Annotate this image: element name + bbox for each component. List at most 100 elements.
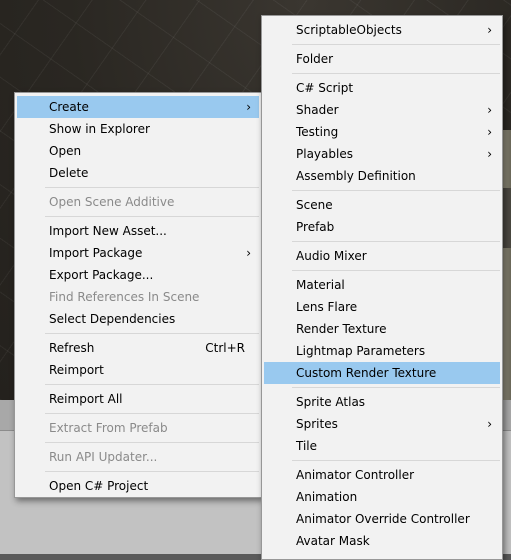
menu-item-create[interactable]: Create › (17, 96, 259, 118)
submenu-item-sprites[interactable]: Sprites › (264, 413, 500, 435)
menu-item-label: C# Script (296, 81, 354, 95)
menu-item-open-c-project[interactable]: Open C# Project (17, 475, 259, 497)
chevron-right-icon: › (487, 147, 492, 161)
menu-item-import-package[interactable]: Import Package › (17, 242, 259, 264)
menu-separator (45, 333, 259, 334)
menu-item-select-dependencies[interactable]: Select Dependencies (17, 308, 259, 330)
menu-item-delete[interactable]: Delete (17, 162, 259, 184)
menu-separator (292, 190, 500, 191)
menu-separator (292, 270, 500, 271)
submenu-item-sprite-atlas[interactable]: Sprite Atlas (264, 391, 500, 413)
menu-item-import-new-asset[interactable]: Import New Asset... (17, 220, 259, 242)
menu-item-label: Lightmap Parameters (296, 344, 426, 358)
menu-item-label: Run API Updater... (49, 450, 158, 464)
chevron-right-icon: › (487, 103, 492, 117)
submenu-item-scene[interactable]: Scene (264, 194, 500, 216)
menu-separator (45, 384, 259, 385)
submenu-item-lightmap-parameters[interactable]: Lightmap Parameters (264, 340, 500, 362)
menu-item-label: Render Texture (296, 322, 387, 336)
menu-item-label: Find References In Scene (49, 290, 200, 304)
menu-item-label: Prefab (296, 220, 335, 234)
submenu-item-c-script[interactable]: C# Script (264, 77, 500, 99)
menu-item-extract-from-prefab: Extract From Prefab (17, 417, 259, 439)
menu-item-reimport[interactable]: Reimport (17, 359, 259, 381)
menu-item-refresh[interactable]: Refresh Ctrl+R (17, 337, 259, 359)
menu-item-label: Create (49, 100, 89, 114)
menu-item-label: Animator Override Controller (296, 512, 470, 526)
menu-item-label: Testing (296, 125, 339, 139)
menu-item-label: Tile (296, 439, 318, 453)
chevron-right-icon: › (487, 417, 492, 431)
menu-item-label: Open Scene Additive (49, 195, 175, 209)
menu-separator (45, 471, 259, 472)
menu-item-label: Animation (296, 490, 358, 504)
menu-separator (292, 241, 500, 242)
menu-item-label: Folder (296, 52, 334, 66)
chevron-right-icon: › (246, 100, 251, 114)
menu-item-export-package[interactable]: Export Package... (17, 264, 259, 286)
submenu-item-audio-mixer[interactable]: Audio Mixer (264, 245, 500, 267)
menu-item-label: Sprites (296, 417, 338, 431)
submenu-item-animation[interactable]: Animation (264, 486, 500, 508)
context-menu: Create › Show in Explorer Open Delete Open Sc… (14, 92, 262, 498)
create-submenu: ScriptableObjects › Folder C# Script Shader ›… (261, 15, 503, 560)
menu-separator (292, 387, 500, 388)
menu-item-label: Select Dependencies (49, 312, 176, 326)
submenu-item-lens-flare[interactable]: Lens Flare (264, 296, 500, 318)
menu-item-label: Animator Controller (296, 468, 415, 482)
menu-item-label: Avatar Mask (296, 534, 370, 548)
menu-separator (45, 187, 259, 188)
submenu-item-animator-override-controller[interactable]: Animator Override Controller (264, 508, 500, 530)
menu-item-label: Audio Mixer (296, 249, 367, 263)
menu-item-label: Show in Explorer (49, 122, 150, 136)
menu-separator (45, 216, 259, 217)
menu-item-label: Lens Flare (296, 300, 358, 314)
menu-item-label: Delete (49, 166, 89, 180)
menu-separator (45, 413, 259, 414)
submenu-item-assembly-definition[interactable]: Assembly Definition (264, 165, 500, 187)
menu-item-show-in-explorer[interactable]: Show in Explorer (17, 118, 259, 140)
submenu-item-testing[interactable]: Testing › (264, 121, 500, 143)
menu-item-label: Import Package (49, 246, 143, 260)
menu-item-label: Playables (296, 147, 353, 161)
menu-separator (45, 442, 259, 443)
submenu-item-animator-controller[interactable]: Animator Controller (264, 464, 500, 486)
menu-item-label: Export Package... (49, 268, 154, 282)
menu-item-label: Extract From Prefab (49, 421, 168, 435)
menu-item-shortcut: Ctrl+R (205, 341, 245, 355)
submenu-item-avatar-mask[interactable]: Avatar Mask (264, 530, 500, 552)
menu-item-label: Reimport (49, 363, 104, 377)
submenu-item-folder[interactable]: Folder (264, 48, 500, 70)
menu-item-label: Assembly Definition (296, 169, 416, 183)
menu-item-reimport-all[interactable]: Reimport All (17, 388, 259, 410)
menu-item-open-scene-additive: Open Scene Additive (17, 191, 259, 213)
menu-item-label: Reimport All (49, 392, 123, 406)
menu-separator (292, 44, 500, 45)
menu-item-open[interactable]: Open (17, 140, 259, 162)
submenu-item-render-texture[interactable]: Render Texture (264, 318, 500, 340)
chevron-right-icon: › (487, 23, 492, 37)
submenu-item-tile[interactable]: Tile (264, 435, 500, 457)
menu-item-label: ScriptableObjects (296, 23, 402, 37)
submenu-item-custom-render-texture[interactable]: Custom Render Texture (264, 362, 500, 384)
menu-item-run-api-updater: Run API Updater... (17, 446, 259, 468)
menu-separator (292, 460, 500, 461)
menu-item-label: Import New Asset... (49, 224, 167, 238)
submenu-item-shader[interactable]: Shader › (264, 99, 500, 121)
menu-item-label: Custom Render Texture (296, 366, 437, 380)
menu-item-label: Open C# Project (49, 479, 149, 493)
chevron-right-icon: › (487, 125, 492, 139)
menu-item-label: Open (49, 144, 82, 158)
menu-separator (292, 73, 500, 74)
menu-item-find-references-in-scene: Find References In Scene (17, 286, 259, 308)
menu-item-label: Refresh (49, 341, 95, 355)
submenu-item-prefab[interactable]: Prefab (264, 216, 500, 238)
submenu-item-scriptableobjects[interactable]: ScriptableObjects › (264, 19, 500, 41)
menu-item-label: Scene (296, 198, 333, 212)
submenu-item-material[interactable]: Material (264, 274, 500, 296)
menu-item-label: Shader (296, 103, 339, 117)
menu-item-label: Sprite Atlas (296, 395, 366, 409)
submenu-item-playables[interactable]: Playables › (264, 143, 500, 165)
chevron-right-icon: › (246, 246, 251, 260)
menu-item-label: Material (296, 278, 345, 292)
